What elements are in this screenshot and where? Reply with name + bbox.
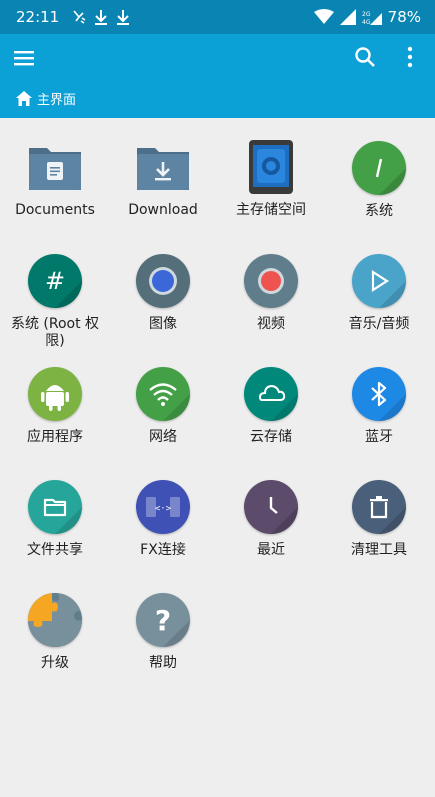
system-icon (351, 141, 407, 197)
video-record-icon (243, 254, 299, 310)
image-lens-icon (135, 254, 191, 310)
signal-icon (339, 9, 356, 25)
item-label: 音乐/音频 (348, 316, 410, 332)
battery-percent: 78% (387, 8, 421, 26)
item-label: 视频 (257, 316, 285, 332)
item-system[interactable]: 系统 (325, 140, 433, 220)
item-label: 云存储 (250, 429, 292, 445)
wifi-status-icon (313, 9, 334, 24)
item-file-share[interactable]: 文件共享 (1, 479, 109, 559)
folder-share-icon (27, 480, 83, 536)
folder-download-icon (135, 140, 191, 196)
item-main-storage[interactable]: 主存储空间 (217, 140, 325, 219)
item-label: 清理工具 (351, 542, 407, 558)
item-documents[interactable]: Documents (1, 140, 109, 219)
item-music[interactable]: 音乐/音频 (325, 253, 433, 333)
item-bluetooth[interactable]: 蓝牙 (325, 366, 433, 446)
item-label: 帮助 (149, 655, 177, 671)
item-fx-connect[interactable]: <·> FX连接 (109, 479, 217, 559)
bluetooth-icon (351, 367, 407, 423)
svg-text:?: ? (155, 604, 171, 637)
item-label: 网络 (149, 429, 177, 445)
svg-text:<·>: <·> (155, 504, 172, 514)
play-icon (351, 254, 407, 310)
breadcrumb[interactable]: 主界面 (16, 89, 76, 108)
download-status-icon (95, 10, 108, 25)
home-icon (16, 91, 32, 106)
hamburger-menu-icon[interactable] (12, 46, 36, 70)
item-label: 文件共享 (27, 542, 83, 558)
item-label: 系统 (365, 203, 393, 219)
fx-connect-icon: <·> (135, 480, 191, 536)
item-label: Documents (15, 202, 95, 218)
item-upgrade[interactable]: 升级 (1, 592, 109, 672)
item-label: 主存储空间 (236, 202, 306, 218)
android-icon (27, 367, 83, 423)
item-label: 应用程序 (27, 429, 83, 445)
signal-2-icon: 2G 4G (362, 11, 382, 25)
status-time: 22:11 (16, 8, 60, 26)
svg-text:2G: 2G (362, 11, 371, 18)
item-system-root[interactable]: # 系统 (Root 权限) (1, 253, 109, 350)
status-bar: 22:11 2G 4G 78% (0, 0, 435, 34)
svg-text:#: # (45, 267, 65, 295)
item-label: 蓝牙 (365, 429, 393, 445)
item-label: FX连接 (140, 542, 186, 558)
clock-icon (243, 480, 299, 536)
item-images[interactable]: 图像 (109, 253, 217, 333)
svg-text:4G: 4G (362, 19, 371, 25)
download-status-icon-2 (117, 10, 130, 25)
vibrate-icon (73, 10, 86, 24)
wifi-icon (135, 367, 191, 423)
item-cleaner[interactable]: 清理工具 (325, 479, 433, 559)
puzzle-icon (27, 593, 83, 649)
status-right: 2G 4G 78% (313, 8, 421, 26)
item-cloud[interactable]: 云存储 (217, 366, 325, 446)
item-recent[interactable]: 最近 (217, 479, 325, 559)
item-label: 最近 (257, 542, 285, 558)
search-icon[interactable] (353, 45, 377, 69)
help-question-icon: ? (135, 593, 191, 649)
more-vert-icon[interactable] (400, 45, 420, 69)
phone-storage-icon (243, 140, 299, 196)
folder-document-icon (27, 140, 83, 196)
root-hash-icon: # (27, 254, 83, 310)
breadcrumb-label: 主界面 (37, 93, 77, 108)
item-video[interactable]: 视频 (217, 253, 325, 333)
item-label: 升级 (41, 655, 69, 671)
item-apps[interactable]: 应用程序 (1, 366, 109, 446)
item-network[interactable]: 网络 (109, 366, 217, 446)
item-label: 图像 (149, 316, 177, 332)
cloud-icon (243, 367, 299, 423)
app-bar: 主界面 (0, 34, 435, 118)
item-label: Download (128, 202, 198, 218)
item-help[interactable]: ? 帮助 (109, 592, 217, 672)
item-label: 系统 (Root 权限) (10, 316, 100, 349)
trash-icon (351, 480, 407, 536)
item-download[interactable]: Download (109, 140, 217, 219)
